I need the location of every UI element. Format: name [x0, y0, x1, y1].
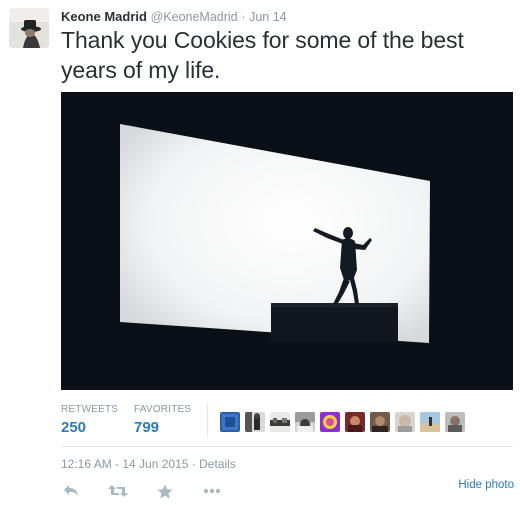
- retweets-stat[interactable]: RETWEETS 250: [61, 404, 118, 437]
- retweet-icon: [108, 485, 128, 497]
- avatar[interactable]: [9, 8, 49, 48]
- retweets-count: 250: [61, 419, 87, 436]
- tweet-photo[interactable]: [61, 92, 513, 390]
- favoriter-avatar[interactable]: [345, 412, 365, 432]
- favoriter-avatar[interactable]: [420, 412, 440, 432]
- favoriter-avatars: [220, 412, 470, 432]
- tweet-text: Thank you Cookies for some of the best y…: [61, 27, 464, 83]
- hide-photo-link[interactable]: Hide photo: [458, 479, 514, 491]
- favorite-button[interactable]: [155, 482, 175, 500]
- reply-icon: [64, 485, 78, 496]
- star-icon: [157, 484, 173, 498]
- photo-image: [61, 92, 513, 390]
- tweet-time[interactable]: Jun 14: [249, 10, 287, 24]
- favoriter-avatar[interactable]: [220, 412, 240, 432]
- favoriter-avatar[interactable]: [395, 412, 415, 432]
- favorites-stat[interactable]: FAVORITES 799: [134, 404, 191, 437]
- timestamp-text: 12:16 AM - 14 Jun 2015: [61, 457, 189, 471]
- fullname[interactable]: Keone Madrid: [61, 9, 147, 24]
- favoriter-avatar[interactable]: [320, 412, 340, 432]
- reply-button[interactable]: [61, 482, 81, 500]
- favoriter-avatar[interactable]: [445, 412, 465, 432]
- retweets-label: RETWEETS: [61, 404, 119, 415]
- favoriter-avatar[interactable]: [270, 412, 290, 432]
- tweet: Keone Madrid @KeoneMadrid · Jun 14 Thank…: [0, 0, 520, 505]
- favoriter-avatar[interactable]: [295, 412, 315, 432]
- more-button[interactable]: [202, 482, 222, 500]
- favorites-label: FAVORITES: [134, 404, 192, 415]
- timestamp-dot: ·: [191, 457, 196, 471]
- favorites-count: 799: [134, 419, 160, 436]
- tweet-actions: [61, 482, 249, 500]
- favoriter-avatar[interactable]: [245, 412, 265, 432]
- details-link[interactable]: Details: [199, 457, 236, 471]
- favoriter-avatar[interactable]: [370, 412, 390, 432]
- tweet-header: Keone Madrid @KeoneMadrid · Jun 14: [61, 9, 287, 25]
- more-icon: [203, 488, 221, 494]
- username[interactable]: @KeoneMadrid: [151, 10, 238, 24]
- retweet-button[interactable]: [108, 482, 128, 500]
- header-separator: ·: [241, 10, 246, 24]
- tweet-timestamp: 12:16 AM - 14 Jun 2015 · Details: [61, 457, 236, 471]
- stats-divider: [207, 404, 208, 437]
- tweet-stats: RETWEETS 250 FAVORITES 799: [61, 404, 513, 444]
- avatar-image: [9, 8, 49, 48]
- stats-separator: [61, 446, 513, 447]
